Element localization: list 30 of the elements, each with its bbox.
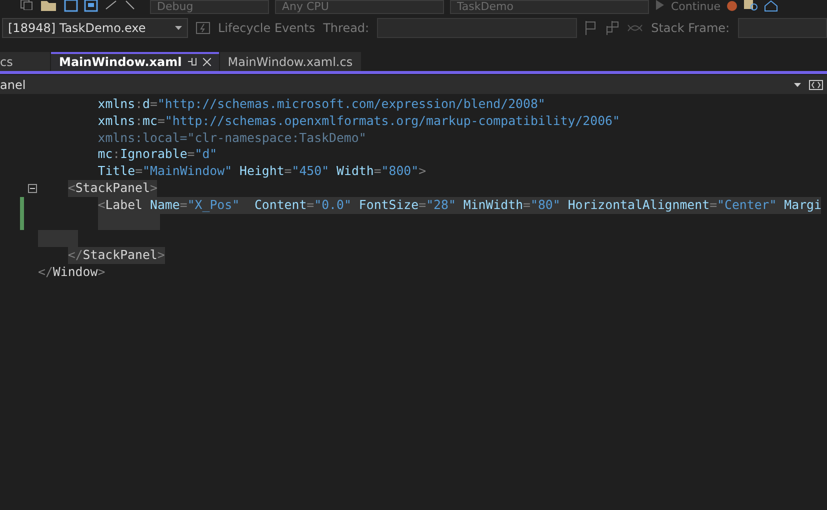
stack-frame-label: Stack Frame: [651,21,730,35]
document-tab[interactable]: cs [0,52,50,71]
collapse-icon[interactable] [28,184,37,193]
search-icon[interactable] [744,0,758,12]
process-dropdown[interactable]: [18948] TaskDemo.exe [2,18,188,38]
copy-icon[interactable] [20,0,34,10]
home-icon[interactable] [764,0,778,12]
save-icon[interactable] [64,0,78,12]
pin-icon[interactable] [188,57,197,66]
thread-label: Thread: [323,21,370,35]
code-line: Title="MainWindow" Height="450" Width="800"> [98,163,426,180]
dropdown-arrow-icon[interactable] [794,82,801,86]
dropdown-arrow-icon[interactable] [175,26,182,30]
code-line: xmlns:local="clr-namespace:TaskDemo" [98,130,366,146]
code-line: </Window> [38,264,106,281]
lightning-icon [196,22,210,34]
code-line: xmlns:mc="http://schemas.openxmlformats.org/markup-compatibility/2006" [98,112,620,130]
lifecycle-events-button[interactable]: Lifecycle Events [218,21,316,35]
code-view-icon[interactable] [809,80,823,90]
flag-icon[interactable] [585,21,598,35]
element-dropdown[interactable]: anel [0,78,26,92]
document-tab[interactable]: MainWindow.xaml [51,52,219,71]
folder-icon[interactable] [40,0,58,12]
code-line: mc:Ignorable="d" [98,146,218,164]
close-icon[interactable] [202,58,211,66]
document-tab[interactable]: MainWindow.xaml.cs [220,52,361,71]
code-line: xmlns:d="http://schemas.microsoft.com/expression/blend/2008" [98,96,546,113]
flags-icon[interactable] [605,21,620,35]
bug-icon[interactable] [726,0,738,12]
save-all-icon[interactable] [84,0,98,12]
